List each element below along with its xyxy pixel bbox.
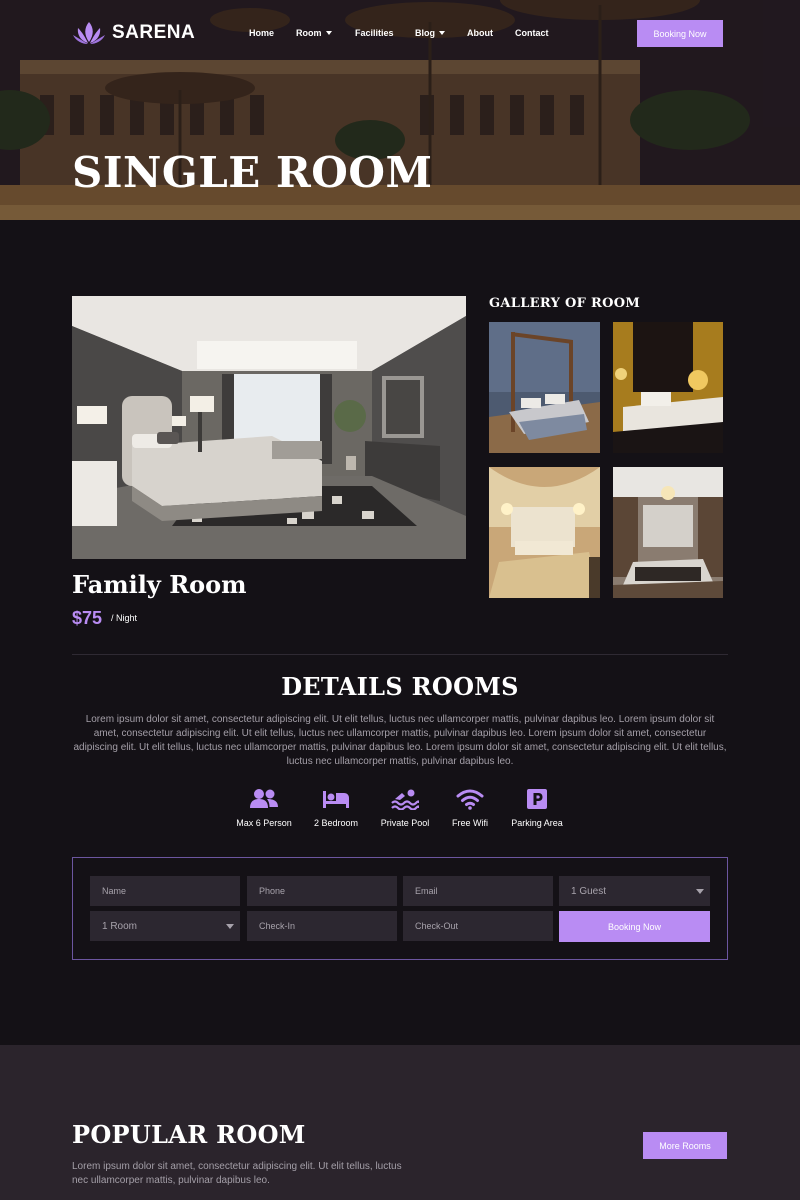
chevron-down-icon [696,889,704,894]
nav-room[interactable]: Room [296,28,332,38]
guests-select[interactable]: 1 Guest [559,876,710,906]
nav-home[interactable]: Home [249,28,274,38]
popular-title: POPULAR ROOM [72,1120,306,1149]
nav-about[interactable]: About [467,28,493,38]
nav-blog-label: Blog [415,28,435,38]
booking-submit-button[interactable]: Booking Now [559,911,710,942]
header-booking-button[interactable]: Booking Now [637,20,723,47]
hero-banner: SARENA Home Room Facilities Blog About C… [0,0,800,220]
chevron-down-icon [226,924,234,929]
brand-logo[interactable]: SARENA [72,20,195,46]
chevron-down-icon [325,31,332,35]
chevron-down-icon [439,31,445,35]
nav-facilities[interactable]: Facilities [355,28,394,38]
gallery-thumb-1[interactable] [489,322,600,453]
room-main-photo [72,296,466,559]
rooms-select[interactable]: 1 Room [90,911,240,941]
checkout-field[interactable] [403,911,553,941]
nav-home-label: Home [249,28,275,38]
price-unit: / Night [111,613,138,623]
brand-name: SARENA [112,22,196,43]
bed-icon [323,791,349,808]
booking-form [72,857,728,960]
amenity-parking: Parking Area [492,788,582,828]
parking-icon [527,789,547,809]
nav-contact[interactable]: Contact [515,28,549,38]
checkin-field[interactable] [247,911,397,941]
room-name: Family Room [72,570,247,599]
room-price: $75 [72,608,103,628]
page-title: SINGLE ROOM [72,148,433,197]
popular-description: Lorem ipsum dolor sit amet, consectetur … [72,1161,402,1186]
details-description: Lorem ipsum dolor sit amet, consectetur … [73,714,727,767]
email-field[interactable] [403,876,553,906]
lotus-icon [73,22,105,44]
users-icon [250,789,278,808]
guests-select-value: 1 Guest [571,885,607,897]
nav-blog[interactable]: Blog [415,28,445,38]
nav-about-label: About [467,28,493,38]
amenity-label: Parking Area [511,818,563,828]
nav-facilities-label: Facilities [355,28,394,38]
gallery-title: GALLERY OF ROOM [489,296,641,311]
pool-icon [391,789,419,810]
gallery-thumb-3[interactable] [489,467,600,598]
nav-room-label: Room [296,28,322,38]
gallery-thumb-2[interactable] [613,322,723,453]
details-title: DETAILS ROOMS [281,672,519,701]
phone-field[interactable] [247,876,397,906]
wifi-icon [456,789,484,810]
more-rooms-button[interactable]: More Rooms [643,1132,727,1159]
name-field[interactable] [90,876,240,906]
section-divider [72,654,728,655]
rooms-select-value: 1 Room [102,920,138,932]
nav-contact-label: Contact [515,28,549,38]
gallery-thumb-4[interactable] [613,467,723,598]
